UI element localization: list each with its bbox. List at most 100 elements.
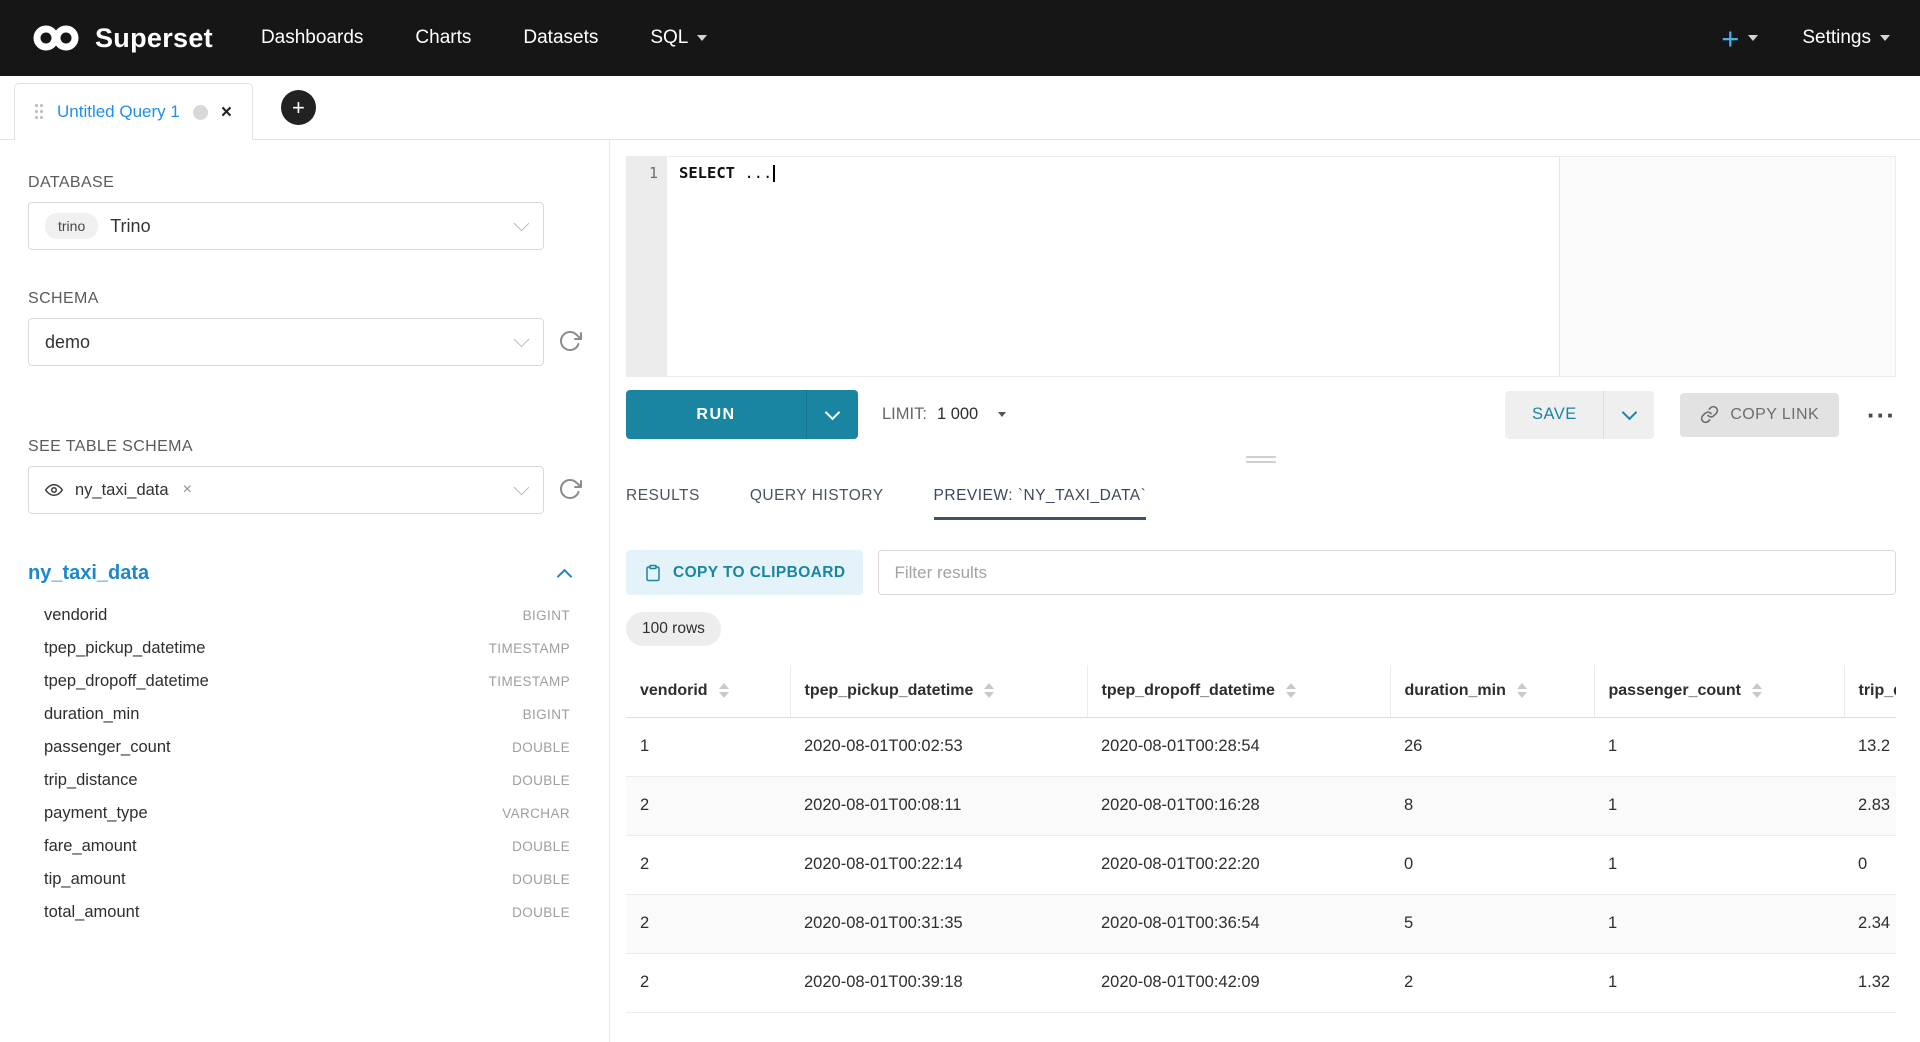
column-name: duration_min xyxy=(44,705,139,724)
filter-results-input[interactable] xyxy=(878,550,1896,595)
schema-column-row[interactable]: fare_amount DOUBLE xyxy=(28,830,570,863)
column-name: tpep_pickup_datetime xyxy=(44,639,205,658)
result-table-container[interactable]: vendorid tpep_pickup_datetime tpep_dropo… xyxy=(626,665,1896,1013)
table-cell: 2.83 xyxy=(1844,776,1896,835)
nav-item-sql[interactable]: SQL xyxy=(650,27,707,49)
database-select[interactable]: trino Trino xyxy=(28,202,544,250)
column-type: DOUBLE xyxy=(512,905,570,920)
chevron-down-icon xyxy=(514,332,530,348)
editor-gutter: 1 xyxy=(627,157,667,376)
copy-link-button[interactable]: COPY LINK xyxy=(1680,393,1839,437)
sql-text: ... xyxy=(744,164,772,182)
schema-column-row[interactable]: vendorid BIGINT xyxy=(28,599,570,632)
schema-select[interactable]: demo xyxy=(28,318,544,366)
results-tab-results[interactable]: RESULTS xyxy=(626,487,700,520)
schema-column-row[interactable]: trip_distance DOUBLE xyxy=(28,764,570,797)
schema-column-row[interactable]: total_amount DOUBLE xyxy=(28,896,570,929)
nav-item-charts[interactable]: Charts xyxy=(415,27,471,49)
results-tab-preview-ny-taxi-data[interactable]: PREVIEW: `NY_TAXI_DATA` xyxy=(934,487,1147,520)
column-type: BIGINT xyxy=(523,707,570,722)
refresh-tables-button[interactable] xyxy=(558,477,582,501)
save-button[interactable]: SAVE xyxy=(1505,391,1603,439)
limit-dropdown[interactable]: LIMIT: 1 000 xyxy=(882,405,1006,424)
database-engine-badge: trino xyxy=(45,213,98,239)
column-type: DOUBLE xyxy=(512,740,570,755)
nav-item-label: SQL xyxy=(650,27,688,49)
table-cell: 0 xyxy=(1844,835,1896,894)
schema-column-row[interactable]: tip_amount DOUBLE xyxy=(28,863,570,896)
run-options-button[interactable] xyxy=(806,390,858,439)
row-count-badge: 100 rows xyxy=(626,612,721,646)
column-header-passenger_count[interactable]: passenger_count xyxy=(1594,665,1844,717)
query-tab-untitled-query-1[interactable]: Untitled Query 1 × xyxy=(14,83,253,140)
column-header-label: passenger_count xyxy=(1609,682,1741,700)
column-header-tpep_pickup_datetime[interactable]: tpep_pickup_datetime xyxy=(790,665,1087,717)
column-header-tpep_dropoff_datetime[interactable]: tpep_dropoff_datetime xyxy=(1087,665,1390,717)
plus-icon: + xyxy=(1721,23,1739,54)
schema-column-row[interactable]: tpep_dropoff_datetime TIMESTAMP xyxy=(28,665,570,698)
results-tab-query-history[interactable]: QUERY HISTORY xyxy=(750,487,884,520)
pane-resize-handle[interactable] xyxy=(626,439,1896,479)
sort-icon[interactable] xyxy=(1286,683,1296,698)
column-header-vendorid[interactable]: vendorid xyxy=(626,665,790,717)
close-tab-icon[interactable]: × xyxy=(221,103,232,122)
results-actions: COPY TO CLIPBOARD xyxy=(626,550,1896,595)
table-cell: 1 xyxy=(1594,776,1844,835)
column-name: vendorid xyxy=(44,606,107,625)
column-type: DOUBLE xyxy=(512,773,570,788)
sql-editor[interactable]: 1 SELECT ... xyxy=(626,156,1896,377)
table-cell: 2020-08-01T00:16:28 xyxy=(1087,776,1390,835)
nav-item-dashboards[interactable]: Dashboards xyxy=(261,27,363,49)
column-type: BIGINT xyxy=(523,608,570,623)
copy-to-clipboard-button[interactable]: COPY TO CLIPBOARD xyxy=(626,550,863,595)
refresh-schemas-button[interactable] xyxy=(558,329,582,353)
superset-logo-icon xyxy=(30,22,82,54)
sql-keyword: SELECT xyxy=(679,164,735,182)
table-schema-title[interactable]: ny_taxi_data xyxy=(28,562,149,585)
table-cell: 5 xyxy=(1390,894,1594,953)
column-name: fare_amount xyxy=(44,837,137,856)
sort-icon[interactable] xyxy=(1517,683,1527,698)
new-item-menu-button[interactable]: + xyxy=(1721,23,1758,54)
settings-menu-button[interactable]: Settings xyxy=(1802,27,1890,49)
brand[interactable]: Superset xyxy=(30,22,213,54)
schema-column-row[interactable]: payment_type VARCHAR xyxy=(28,797,570,830)
column-name: passenger_count xyxy=(44,738,171,757)
column-header-label: duration_min xyxy=(1405,682,1506,700)
table-cell: 2 xyxy=(626,953,790,1012)
results-tabs: RESULTS QUERY HISTORY PREVIEW: `NY_TAXI_… xyxy=(626,479,1896,520)
schema-column-row[interactable]: tpep_pickup_datetime TIMESTAMP xyxy=(28,632,570,665)
nav-item-label: Datasets xyxy=(523,27,598,49)
save-options-button[interactable] xyxy=(1603,391,1654,439)
sort-icon[interactable] xyxy=(984,683,994,698)
editor-code[interactable]: SELECT ... xyxy=(667,157,775,376)
brand-name: Superset xyxy=(95,23,213,54)
table-cell: 1 xyxy=(1594,953,1844,1012)
chevron-up-icon[interactable] xyxy=(557,569,573,585)
column-type: TIMESTAMP xyxy=(489,641,570,656)
remove-table-icon[interactable]: × xyxy=(183,481,192,499)
editor-toolbar: RUN LIMIT: 1 000 SAVE xyxy=(626,390,1896,439)
eye-icon xyxy=(45,481,63,499)
table-cell: 0 xyxy=(1390,835,1594,894)
add-query-tab-button[interactable]: + xyxy=(281,90,316,125)
result-table: vendorid tpep_pickup_datetime tpep_dropo… xyxy=(626,665,1896,1013)
top-navbar: Superset Dashboards Charts Datasets SQL … xyxy=(0,0,1920,76)
copy-to-clipboard-label: COPY TO CLIPBOARD xyxy=(673,564,845,582)
column-name: tip_amount xyxy=(44,870,126,889)
nav-item-datasets[interactable]: Datasets xyxy=(523,27,598,49)
column-header-duration_min[interactable]: duration_min xyxy=(1390,665,1594,717)
sort-icon[interactable] xyxy=(719,683,729,698)
copy-link-label: COPY LINK xyxy=(1730,406,1819,424)
schema-column-row[interactable]: duration_min BIGINT xyxy=(28,698,570,731)
schema-column-row[interactable]: passenger_count DOUBLE xyxy=(28,731,570,764)
table-select[interactable]: ny_taxi_data × xyxy=(28,466,544,514)
drag-handle-icon[interactable] xyxy=(35,104,44,120)
run-button[interactable]: RUN xyxy=(626,390,806,439)
sort-icon[interactable] xyxy=(1752,683,1762,698)
column-header-label: trip_distance xyxy=(1859,682,1897,700)
column-header-trip_distance[interactable]: trip_distance xyxy=(1844,665,1896,717)
table-row: 12020-08-01T00:02:532020-08-01T00:28:542… xyxy=(626,717,1896,776)
chevron-down-icon xyxy=(514,480,530,496)
sqllab-sidebar: DATABASE trino Trino SCHEMA demo SEE TAB… xyxy=(0,140,610,1042)
